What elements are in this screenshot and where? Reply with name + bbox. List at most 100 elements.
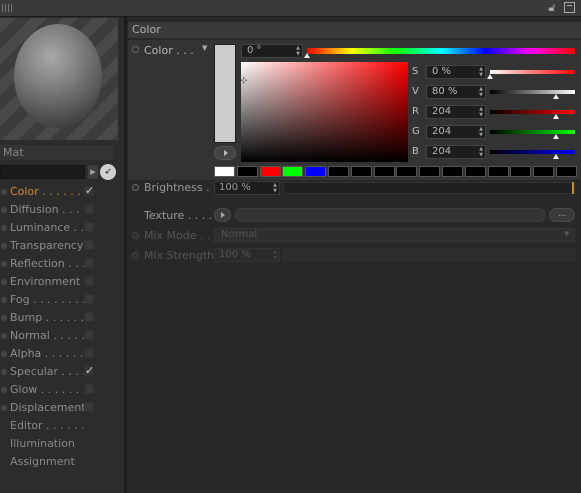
hue-slider[interactable] <box>307 48 575 54</box>
color-preset[interactable] <box>373 166 395 177</box>
material-name[interactable]: Mat <box>0 145 114 160</box>
texture-browse-button[interactable]: ... <box>549 208 575 222</box>
channel-label: Normal . . . . . . <box>10 329 92 342</box>
channel-checkbox[interactable] <box>84 312 94 322</box>
component-field[interactable]: 204 <box>426 125 486 139</box>
component-field[interactable]: 80 % <box>426 85 486 99</box>
color-preset[interactable] <box>464 166 486 177</box>
color-preset[interactable] <box>328 166 349 177</box>
swatch-play-button[interactable] <box>214 146 236 160</box>
channel-item[interactable]: Alpha . . . . . . . <box>0 345 124 363</box>
material-preview[interactable] <box>0 18 118 140</box>
channel-checkbox[interactable] <box>84 348 94 358</box>
color-preset[interactable] <box>236 166 258 177</box>
channel-checkbox[interactable] <box>84 294 94 304</box>
channel-item[interactable]: Diffusion . . . . <box>0 201 124 219</box>
channel-bullet-icon <box>1 243 7 249</box>
color-preset[interactable] <box>214 166 235 177</box>
color-preset[interactable] <box>396 166 418 177</box>
channel-checkbox[interactable] <box>84 204 94 214</box>
channel-item[interactable]: Specular . . . . ✓ <box>0 363 124 381</box>
hue-spinner-icon[interactable]: ▲ ▼ <box>295 45 301 57</box>
component-slider[interactable] <box>490 70 575 74</box>
hue-field[interactable]: 0 ° <box>241 44 303 58</box>
brightness-slider-handle[interactable] <box>572 182 574 194</box>
channel-bullet-icon <box>1 207 7 213</box>
component-field[interactable]: 204 <box>426 145 486 159</box>
brightness-slider[interactable] <box>283 182 575 194</box>
channel-item[interactable]: Displacement <box>0 399 124 417</box>
lock-icon[interactable]: 🔓︎ <box>546 1 558 15</box>
brightness-spinner-icon[interactable]: ▲ ▼ <box>272 182 278 194</box>
component-slider-handle[interactable] <box>552 94 559 99</box>
component-field[interactable]: 0 % <box>426 65 486 79</box>
mix-strength-slider[interactable] <box>283 249 575 261</box>
color-preset[interactable] <box>487 166 509 177</box>
channel-checkbox[interactable] <box>84 384 94 394</box>
window-icon[interactable] <box>564 2 575 13</box>
component-slider-handle[interactable] <box>552 154 559 159</box>
channel-item[interactable]: Transparency <box>0 237 124 255</box>
component-slider-handle[interactable] <box>487 74 493 79</box>
component-slider[interactable] <box>490 90 575 94</box>
color-preset[interactable] <box>350 166 372 177</box>
channel-checkbox[interactable] <box>84 330 94 340</box>
component-label: G <box>412 126 420 137</box>
color-preset[interactable] <box>305 166 327 177</box>
hue-slider-handle[interactable] <box>304 53 310 58</box>
component-spinner-icon[interactable]: ▲ ▼ <box>478 86 484 98</box>
texture-play-button[interactable] <box>214 208 231 222</box>
texture-field[interactable] <box>235 208 546 222</box>
channel-item[interactable]: Bump . . . . . . . <box>0 309 124 327</box>
channel-checkbox[interactable] <box>84 222 94 232</box>
mix-strength-field[interactable]: 100 % <box>214 248 280 262</box>
channel-checkbox[interactable] <box>84 402 94 412</box>
color-preset[interactable] <box>556 166 577 177</box>
channel-item[interactable]: Environment <box>0 273 124 291</box>
color-preset[interactable] <box>510 166 532 177</box>
brightness-anim-bullet-icon[interactable] <box>132 184 139 191</box>
play-arrow-icon[interactable]: ▶ <box>88 165 98 179</box>
pick-tool-icon[interactable]: ➶ <box>100 164 116 180</box>
channel-item[interactable]: Luminance . . . <box>0 219 124 237</box>
color-preset[interactable] <box>533 166 555 177</box>
component-slider[interactable] <box>490 130 575 134</box>
color-preset[interactable] <box>259 166 281 177</box>
extra-item[interactable]: Assignment <box>0 453 124 471</box>
channel-item[interactable]: Normal . . . . . . <box>0 327 124 345</box>
brightness-field[interactable]: 100 % <box>214 181 280 195</box>
channel-checkbox[interactable] <box>84 276 94 286</box>
component-spinner-icon[interactable]: ▲ ▼ <box>478 106 484 118</box>
component-label: S <box>412 66 419 77</box>
channel-checkbox[interactable]: ✓ <box>84 185 94 196</box>
color-preset[interactable] <box>419 166 441 177</box>
extra-item[interactable]: Editor . . . . . . <box>0 417 124 435</box>
channel-item[interactable]: Fog . . . . . . . . <box>0 291 124 309</box>
channel-checkbox[interactable] <box>84 240 94 250</box>
channel-checkbox[interactable]: ✓ <box>84 365 94 376</box>
color-preset[interactable] <box>282 166 304 177</box>
component-field[interactable]: 204 <box>426 105 486 119</box>
channel-checkbox[interactable] <box>84 258 94 268</box>
channel-item[interactable]: Glow . . . . . . . <box>0 381 124 399</box>
search-input[interactable] <box>0 165 85 179</box>
extra-item[interactable]: Illumination <box>0 435 124 453</box>
grip-handle-icon[interactable] <box>2 4 12 12</box>
component-spinner-icon[interactable]: ▲ ▼ <box>478 126 484 138</box>
color-swatch[interactable] <box>214 44 236 143</box>
saturation-value-picker[interactable] <box>241 62 408 162</box>
color-anim-bullet-icon[interactable] <box>132 46 139 53</box>
mix-mode-select[interactable]: Normal <box>214 228 575 242</box>
component-slider-handle[interactable] <box>552 134 559 139</box>
channel-item[interactable]: Reflection . . . . <box>0 255 124 273</box>
component-spinner-icon[interactable]: ▲ ▼ <box>478 146 484 158</box>
component-slider[interactable] <box>490 110 575 114</box>
chevron-down-icon[interactable]: ▼ <box>202 44 210 52</box>
component-spinner-icon[interactable]: ▲ ▼ <box>478 66 484 78</box>
component-slider-handle[interactable] <box>552 114 559 119</box>
color-preset[interactable] <box>442 166 463 177</box>
picker-cursor-icon: ⊹ <box>240 76 248 86</box>
channel-label: Transparency <box>10 239 84 252</box>
component-slider[interactable] <box>490 150 575 154</box>
channel-item[interactable]: Color . . . . . . ✓ <box>0 183 124 201</box>
